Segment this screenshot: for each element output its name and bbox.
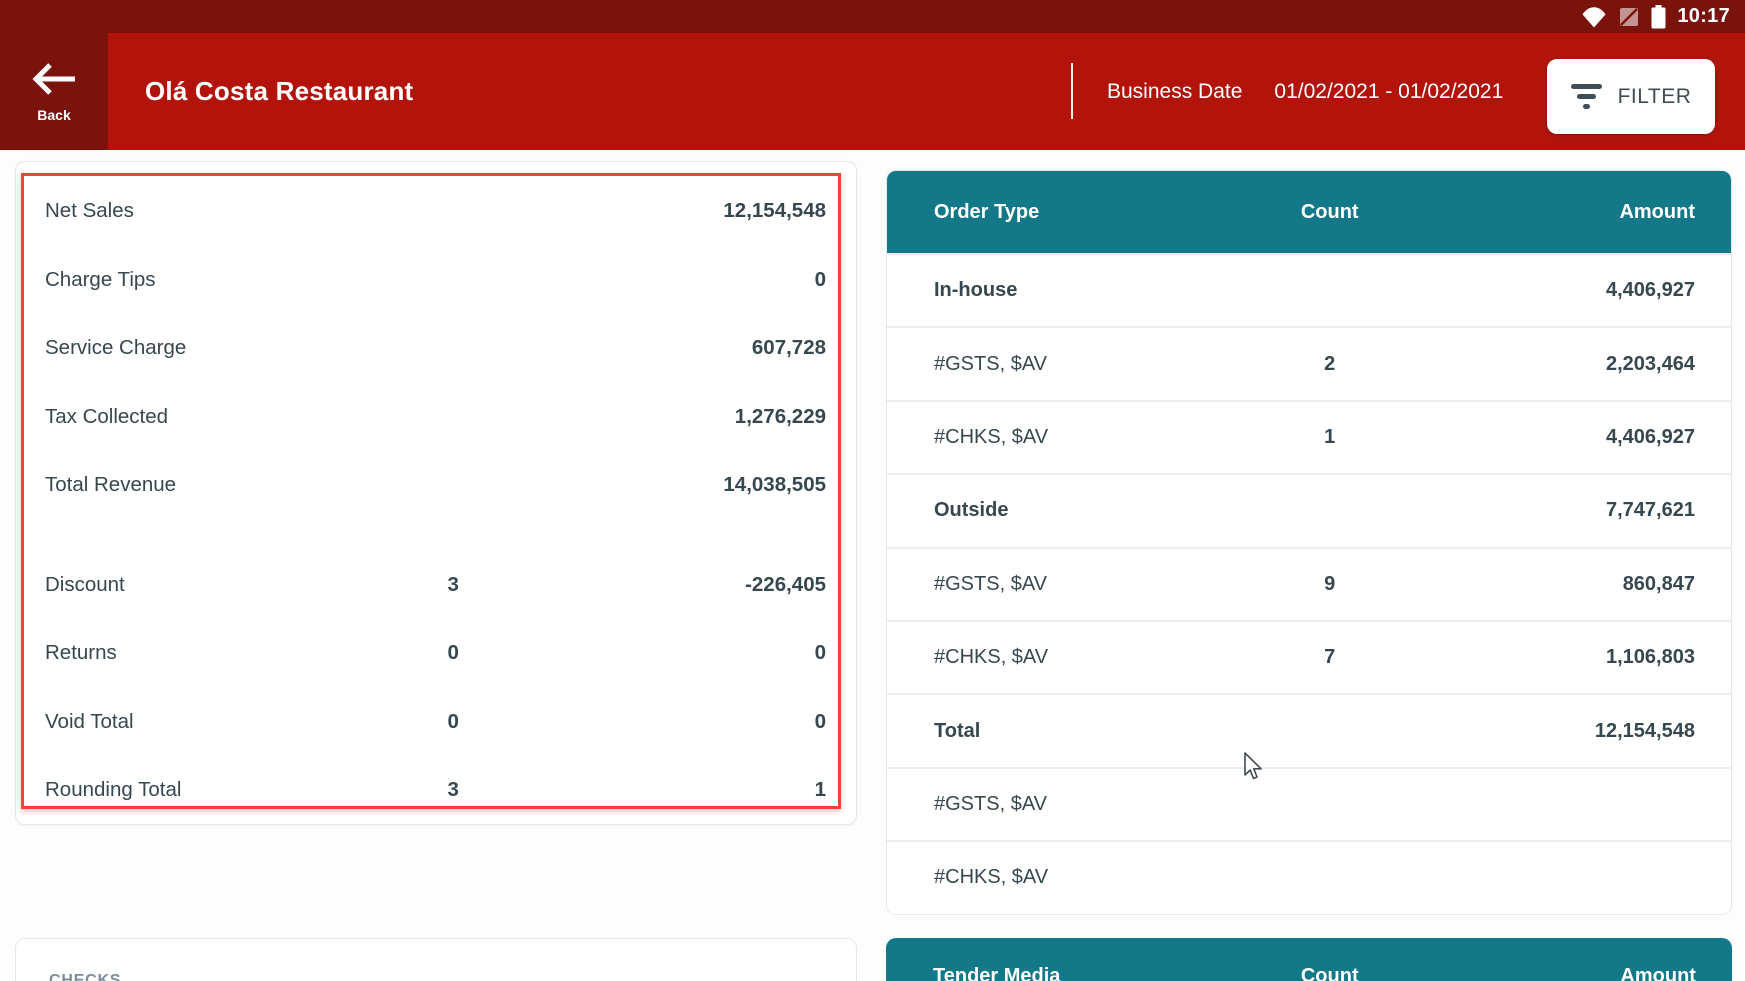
back-button[interactable]: Back (0, 33, 108, 150)
table-row: #CHKS, $AV 7 1,106,803 (887, 620, 1731, 693)
wifi-icon (1581, 6, 1607, 28)
table-row: #GSTS, $AV (887, 767, 1731, 840)
business-date-label: Business Date (1107, 80, 1242, 104)
table-row: #GSTS, $AV 2 2,203,464 (887, 326, 1731, 399)
summary-row-net-sales: Net Sales 12,154,548 (45, 177, 826, 246)
sales-summary-card[interactable]: Net Sales 12,154,548 Charge Tips 0 Servi… (15, 161, 857, 825)
battery-icon (1651, 5, 1666, 29)
header-divider (1071, 63, 1073, 119)
filter-icon (1571, 84, 1602, 109)
table-row: #CHKS, $AV 1 4,406,927 (887, 400, 1731, 473)
summary-row-void-total: Void Total 0 0 (45, 688, 826, 757)
table-row: Outside 7,747,621 (887, 473, 1731, 546)
back-arrow-icon (29, 60, 79, 98)
summary-row-total-revenue: Total Revenue 14,038,505 (45, 451, 826, 520)
summary-row-rounding-total: Rounding Total 3 1 (45, 756, 826, 825)
summary-row-service-charge: Service Charge 607,728 (45, 314, 826, 383)
order-type-table-header: Order Type Count Amount (887, 171, 1731, 253)
summary-row-charge-tips: Charge Tips 0 (45, 246, 826, 315)
page-title: Olá Costa Restaurant (145, 33, 413, 150)
summary-row-returns: Returns 0 0 (45, 619, 826, 688)
table-row: #GSTS, $AV 9 860,847 (887, 547, 1731, 620)
order-type-table: Order Type Count Amount In-house 4,406,9… (886, 170, 1732, 915)
table-row: Total 12,154,548 (887, 693, 1731, 766)
table-row: In-house 4,406,927 (887, 253, 1731, 326)
table-row: #CHKS, $AV (887, 840, 1731, 913)
app-header: Back Olá Costa Restaurant Business Date … (0, 33, 1745, 150)
sales-summary-rows: Net Sales 12,154,548 Charge Tips 0 Servi… (45, 177, 826, 825)
app-window: 10:17 Back Olá Costa Restaurant Business… (0, 0, 1745, 981)
business-date-control[interactable]: Business Date 01/02/2021 - 01/02/2021 (1107, 33, 1503, 150)
tender-media-table-header: Tender Media Count Amount (886, 938, 1732, 981)
no-signal-icon (1618, 6, 1640, 28)
filter-button[interactable]: FILTER (1547, 59, 1715, 134)
business-date-value: 01/02/2021 - 01/02/2021 (1274, 80, 1503, 104)
checks-card[interactable]: CHECKS (15, 938, 857, 981)
status-bar: 10:17 (0, 0, 1745, 33)
clock: 10:17 (1677, 5, 1730, 28)
checks-card-title: CHECKS (49, 972, 121, 981)
back-button-label: Back (37, 107, 70, 123)
summary-row-tax-collected: Tax Collected 1,276,229 (45, 383, 826, 452)
summary-row-discount: Discount 3 -226,405 (45, 551, 826, 620)
filter-button-label: FILTER (1618, 85, 1692, 109)
